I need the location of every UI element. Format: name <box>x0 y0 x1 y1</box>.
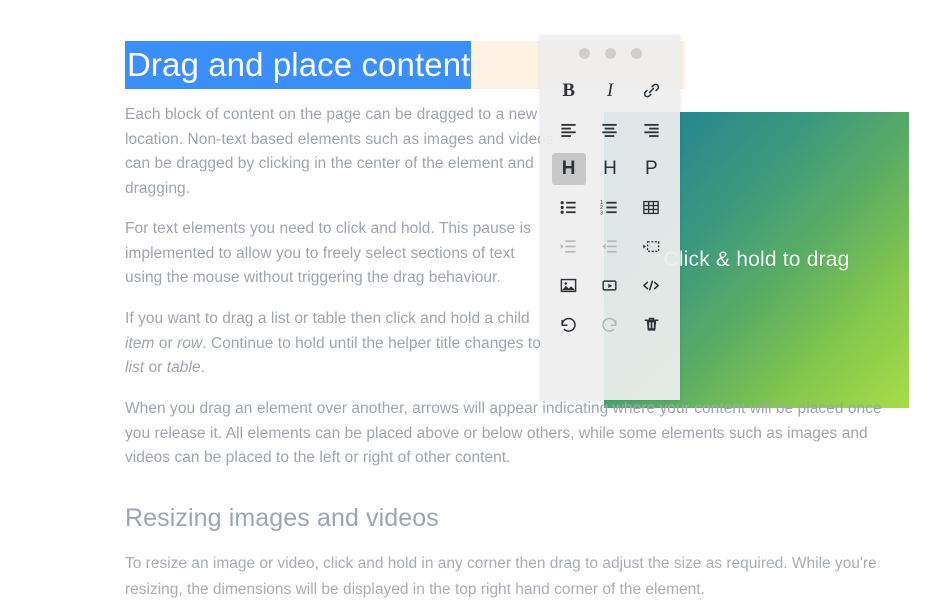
align-right-icon <box>641 120 662 139</box>
numbered-list-icon: 123 <box>599 198 620 217</box>
toolbar-bold-label: B <box>562 79 575 101</box>
toolbar-italic-button[interactable]: I <box>589 71 630 110</box>
toolbar-indent-button <box>548 227 589 266</box>
handle-dot-icon <box>630 47 642 59</box>
indent-icon <box>558 237 579 256</box>
trash-icon <box>642 315 661 334</box>
toolbar-italic-label: I <box>606 79 614 101</box>
link-icon <box>642 81 661 100</box>
toolbar-numbered-list-button[interactable]: 123 <box>589 188 630 227</box>
bullet-list-icon <box>558 198 579 217</box>
editor-page: Drag and place content Click & hold to d… <box>0 0 938 609</box>
align-left-icon <box>558 120 579 139</box>
handle-dot-icon <box>578 47 590 59</box>
paragraph-3[interactable]: If you want to drag a list or table then… <box>125 307 555 381</box>
toolbar-delete-button[interactable] <box>631 305 672 344</box>
align-center-icon <box>599 120 620 139</box>
toolbar-page-break-button[interactable] <box>631 227 672 266</box>
redo-icon <box>599 315 620 334</box>
toolbar-align-center-button[interactable] <box>589 110 630 149</box>
toolbar-heading-1-label: H <box>561 157 576 179</box>
paragraph-1[interactable]: Each block of content on the page can be… <box>125 103 555 201</box>
undo-icon <box>558 315 579 334</box>
editor-toolbar[interactable]: B I H H P 123 <box>540 35 680 400</box>
toolbar-undo-button[interactable] <box>548 305 589 344</box>
paragraph-2[interactable]: For text elements you need to click and … <box>125 217 555 291</box>
toolbar-paragraph-button[interactable]: P <box>631 149 672 188</box>
toolbar-outdent-button <box>589 227 630 266</box>
toolbar-bullet-list-button[interactable] <box>548 188 589 227</box>
video-icon <box>599 276 620 295</box>
toolbar-heading-1-button[interactable]: H <box>551 152 586 185</box>
table-icon <box>641 198 661 217</box>
code-icon <box>640 276 662 295</box>
toolbar-drag-handle[interactable] <box>540 35 680 71</box>
page-break-icon <box>641 237 662 256</box>
svg-text:3: 3 <box>600 211 603 217</box>
paragraph-5[interactable]: To resize an image or video, click and h… <box>125 551 895 603</box>
handle-dot-icon <box>604 47 616 59</box>
toolbar-bold-button[interactable]: B <box>548 71 589 110</box>
section-heading[interactable]: Resizing images and videos <box>125 500 439 536</box>
toolbar-align-right-button[interactable] <box>631 110 672 149</box>
toolbar-redo-button <box>589 305 630 344</box>
toolbar-insert-image-button[interactable] <box>548 266 589 305</box>
toolbar-heading-2-label: H <box>603 157 617 179</box>
outdent-icon <box>599 237 620 256</box>
toolbar-heading-2-button[interactable]: H <box>589 149 630 188</box>
toolbar-insert-video-button[interactable] <box>589 266 630 305</box>
toolbar-insert-code-button[interactable] <box>631 266 672 305</box>
paragraph-4[interactable]: When you drag an element over another, a… <box>125 397 885 471</box>
toolbar-link-button[interactable] <box>631 71 672 110</box>
toolbar-paragraph-label: P <box>644 157 658 179</box>
page-title[interactable]: Drag and place content <box>125 41 472 89</box>
toolbar-table-button[interactable] <box>631 188 672 227</box>
toolbar-button-grid: B I H H P 123 <box>540 71 680 350</box>
toolbar-align-left-button[interactable] <box>548 110 589 149</box>
image-icon <box>558 276 579 295</box>
